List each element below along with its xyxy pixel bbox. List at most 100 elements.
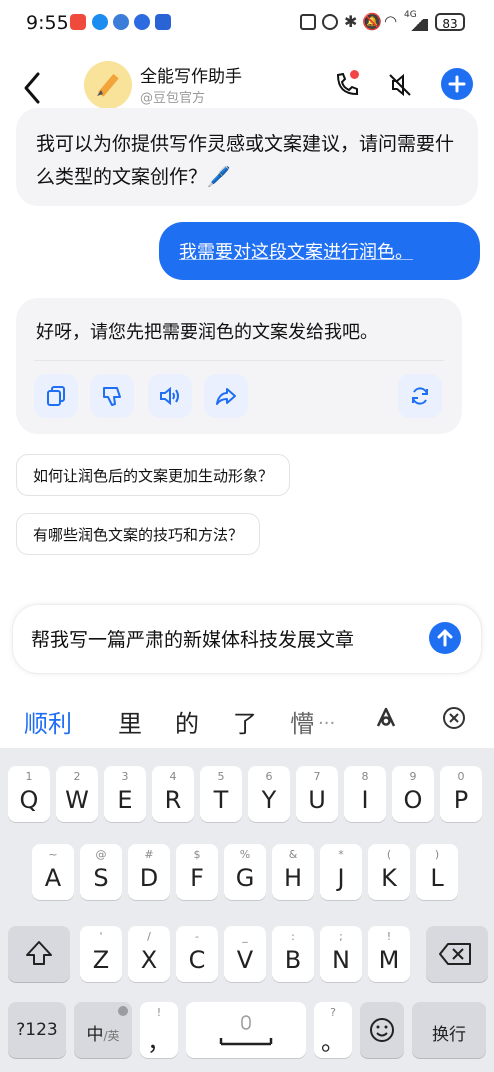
lang-primary: 中 [86,1025,104,1045]
candidate-word[interactable]: 了 [233,704,257,739]
key-h[interactable]: & H [272,844,314,900]
emoji-key[interactable] [360,1002,404,1058]
key-q[interactable]: 1Q [8,766,50,822]
regenerate-button[interactable] [398,374,442,418]
key-sub: & [288,848,298,861]
key-sub: ! [386,930,392,943]
candidate-word[interactable]: 的 [175,704,199,739]
avatar[interactable] [84,61,132,109]
user-message: 我需要对这段文案进行润色。 [159,222,480,280]
read-aloud-button[interactable] [148,374,192,418]
key-sub: 9 [409,770,417,783]
mute-speaker-button[interactable] [385,70,415,100]
candidate-word[interactable]: 里 [118,704,142,739]
key-sub: 3 [121,770,129,783]
key-y[interactable]: 6Y [248,766,290,822]
signal-icon [406,19,428,31]
key-main: 。 [321,1028,345,1056]
plus-icon [448,75,466,93]
key-main: K [381,864,397,892]
key-sub: $ [193,848,201,861]
key-main: B [284,946,302,974]
key-f[interactable]: $ F [176,844,218,900]
chevron-left-icon [24,72,40,104]
key-main: Y [261,786,277,814]
key-t[interactable]: 5T [200,766,242,822]
key-sub: 0 [457,770,465,783]
key-k[interactable]: (K [368,844,410,900]
key-sub: ? [330,1006,336,1019]
shift-key[interactable] [8,926,70,982]
key-p[interactable]: 0P [440,766,482,822]
key-x[interactable]: / X [128,926,170,982]
send-button[interactable] [429,622,461,654]
suggestion-chip[interactable]: 如何让润色后的文案更加生动形象？ [16,454,291,496]
nfc-icon [300,14,316,30]
call-button[interactable] [332,70,362,100]
key-b[interactable]: :B [272,926,314,982]
key-l[interactable]: ) L [416,844,458,900]
key-main: E [117,786,133,814]
bot-icon [113,14,129,30]
key-main: N [332,946,350,974]
key-main: O [403,786,423,814]
key-e[interactable]: 3E [104,766,146,822]
share-icon [216,388,236,405]
share-button[interactable] [204,374,248,418]
key-w[interactable]: 2W [56,766,98,822]
add-button[interactable] [441,68,473,100]
bot-message: 我可以为你提供写作灵感或文案建议，请问需要什么类型的文案创作？🖊️ [16,108,478,206]
key-d[interactable]: # D [128,844,170,900]
key-main: S [93,864,109,892]
key-main: X [140,946,158,974]
key-sub: 7 [313,770,321,783]
message-input[interactable]: 帮我写一篇严肃的新媒体科技发展文章 [12,604,482,674]
key-u[interactable]: 7U [296,766,338,822]
keyboard: 1Q2W3E4R5T6Y7U8I9O0P ~ A @ S # D $ F% G & H * J(K) L … [0,748,494,1072]
comma-key[interactable]: ! ， [140,1002,178,1058]
key-sub: @ [95,848,107,861]
dislike-button[interactable] [90,374,134,418]
status-bar: 9:55 ✱ 🔕 ◠ 4G 83 [0,0,494,44]
key-j[interactable]: * J [320,844,362,900]
key-main: V [236,946,254,974]
key-sub: # [144,848,154,861]
key-m[interactable]: ! M [368,926,410,982]
smiley-icon [370,1018,394,1042]
back-button[interactable] [18,70,48,106]
backspace-key[interactable] [426,926,488,982]
key-o[interactable]: 9O [392,766,434,822]
candidate-word[interactable]: 顺利 [24,704,72,739]
key-z[interactable]: ' Z [80,926,122,982]
key-sub: : [291,930,295,943]
key-s[interactable]: @ S [80,844,122,900]
key-c[interactable]: -C [176,926,218,982]
candidate-word[interactable]: 懵 [290,704,314,739]
pencil-icon [97,74,119,97]
key-label: 中/英 [74,1020,132,1045]
close-candidates-button[interactable] [442,706,466,730]
key-v[interactable]: _ V [224,926,266,982]
key-g[interactable]: % G [224,844,266,900]
key-sub: _ [242,930,248,943]
ime-logo-button[interactable] [372,704,400,732]
language-key[interactable]: 中/英 [74,1002,132,1058]
refresh-icon [412,387,428,405]
key-i[interactable]: 8I [344,766,386,822]
key-main: F [190,864,204,892]
copy-button[interactable] [34,374,78,418]
numbers-key[interactable]: ?123 [8,1002,66,1058]
key-main: P [453,786,469,814]
key-sub: ! [156,1006,162,1019]
candidate-more[interactable]: ... [318,708,335,729]
input-text: 帮我写一篇严肃的新媒体科技发展文章 [31,629,355,651]
suggestion-chip[interactable]: 有哪些润色文案的技巧和方法？ [16,513,261,555]
space-key[interactable] [186,1002,306,1058]
key-r[interactable]: 4R [152,766,194,822]
key-label: 换行 [432,1025,466,1045]
key-a[interactable]: ~ A [32,844,74,900]
key-n[interactable]: ; N [320,926,362,982]
enter-key[interactable]: 换行 [412,1002,486,1058]
clock: 9:55 [26,12,69,34]
period-key[interactable]: ? 。 [314,1002,352,1058]
